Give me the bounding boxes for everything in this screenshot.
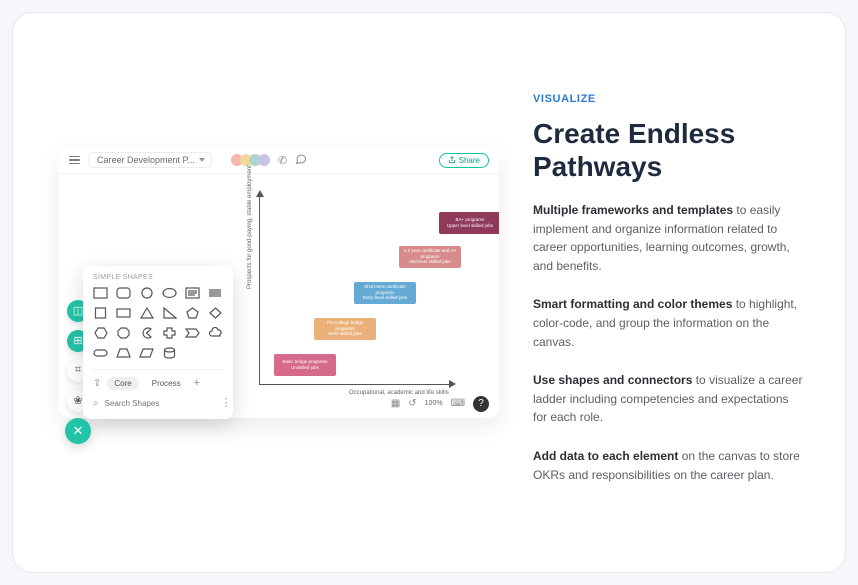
panel-title: SIMPLE SHAPES	[93, 274, 223, 281]
add-category-button[interactable]: +	[194, 378, 200, 389]
shape-row	[93, 287, 223, 300]
avatar	[258, 154, 270, 166]
cross-shape[interactable]	[162, 327, 177, 340]
circle-shape[interactable]	[139, 287, 154, 300]
feature-card: Career Development P... ✆ Share	[12, 12, 846, 573]
pill-shape[interactable]	[93, 347, 108, 360]
layers-icon[interactable]: ▦	[391, 398, 400, 409]
share-label: Share	[459, 156, 480, 165]
marketing-copy: VISUALIZE Create Endless Pathways Multip…	[533, 93, 805, 492]
more-options-icon[interactable]: ⋮	[221, 401, 233, 405]
y-axis-label: Prospects for good-paying, stable employ…	[247, 165, 253, 289]
barcode-shape[interactable]	[208, 287, 223, 300]
pacman-shape[interactable]	[139, 327, 154, 340]
shape-search-row: ⌕ ⋮	[93, 398, 223, 409]
textbox-shape[interactable]	[185, 287, 200, 300]
feature-desc-3: Use shapes and connectors to visualize a…	[533, 371, 805, 427]
headline: Create Endless Pathways	[533, 117, 805, 183]
close-panel-button[interactable]: ✕	[65, 418, 91, 444]
y-axis	[259, 194, 260, 384]
feature-desc-1: Multiple frameworks and templates to eas…	[533, 201, 805, 275]
x-axis-arrow	[449, 380, 456, 388]
share-mini-icon[interactable]: ⇪	[93, 378, 101, 389]
octagon-shape[interactable]	[116, 327, 131, 340]
share-button[interactable]: Share	[439, 153, 489, 168]
history-icon[interactable]: ↺	[408, 398, 416, 409]
shape-row	[93, 307, 223, 320]
hexagon-shape[interactable]	[93, 327, 108, 340]
keyboard-icon[interactable]: ⌨	[451, 398, 465, 409]
rect-shape[interactable]	[93, 287, 108, 300]
canvas-bottom-bar: ▦ ↺ 100% ⌨ ?	[391, 396, 489, 412]
trap-shape[interactable]	[116, 347, 131, 360]
ladder-block-2[interactable]: Pre-college bridge programs Semi-skilled…	[314, 318, 376, 340]
chevron-shape[interactable]	[185, 327, 200, 340]
shape-row	[93, 327, 223, 340]
ladder-block-4[interactable]: 1-2 year certificate and AA programs Mid…	[399, 246, 461, 268]
zoom-level[interactable]: 100%	[425, 400, 443, 407]
tag-core[interactable]: Core	[107, 377, 138, 390]
square-shape[interactable]	[93, 307, 108, 320]
feature-desc-4: Add data to each element on the canvas t…	[533, 447, 805, 484]
ladder-block-1[interactable]: Basic bridge programs Unskilled jobs	[274, 354, 336, 376]
app-toolbar: Career Development P... ✆ Share	[59, 148, 499, 174]
search-input[interactable]	[105, 399, 215, 408]
eyebrow: VISUALIZE	[533, 93, 805, 105]
app-screenshot: Career Development P... ✆ Share	[59, 148, 499, 438]
shape-category-row: ⇪ Core Process +	[93, 369, 223, 390]
shape-row	[93, 347, 223, 360]
rtriangle-shape[interactable]	[162, 307, 177, 320]
pentagon-shape[interactable]	[185, 307, 200, 320]
ellipse-shape[interactable]	[162, 287, 177, 300]
ladder-block-5[interactable]: BA+ programs Upper level skilled jobs	[439, 212, 499, 234]
document-title-dropdown[interactable]: Career Development P...	[88, 152, 212, 168]
chat-icon[interactable]	[295, 153, 307, 168]
triangle-shape[interactable]	[139, 307, 154, 320]
ladder-block-3[interactable]: Short-term certificate programs Entry le…	[354, 282, 416, 304]
cloud-shape[interactable]	[208, 327, 223, 340]
parallel-shape[interactable]	[139, 347, 154, 360]
feature-desc-2: Smart formatting and color themes to hig…	[533, 295, 805, 351]
help-button[interactable]: ?	[473, 396, 489, 412]
y-axis-arrow	[256, 190, 264, 197]
search-icon: ⌕	[93, 398, 99, 409]
x-axis	[259, 384, 449, 385]
cylinder-shape[interactable]	[162, 347, 177, 360]
tag-process[interactable]: Process	[145, 377, 188, 390]
menu-icon[interactable]	[69, 156, 80, 165]
rect2-shape[interactable]	[116, 307, 131, 320]
call-icon[interactable]: ✆	[278, 154, 287, 167]
shapes-panel: SIMPLE SHAPES	[83, 266, 233, 419]
roundrect-shape[interactable]	[116, 287, 131, 300]
diamond-shape[interactable]	[208, 307, 223, 320]
